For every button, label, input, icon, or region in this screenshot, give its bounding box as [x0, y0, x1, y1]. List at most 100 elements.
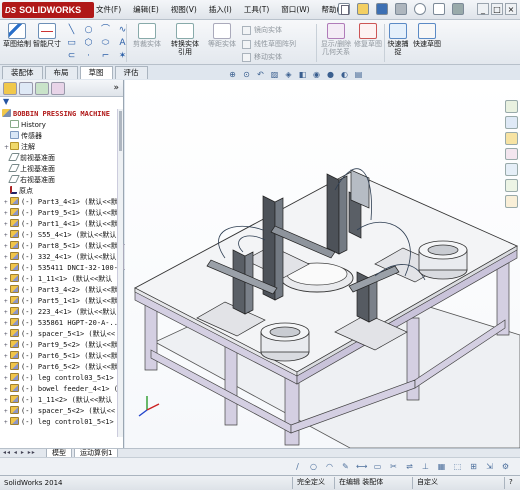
tab-assembly[interactable]: 装配体 — [2, 66, 43, 79]
smart-dimension-button[interactable]: 智能尺寸 — [33, 23, 61, 48]
configuration-manager-tab-icon[interactable] — [35, 81, 49, 95]
arc-icon[interactable]: ◠ — [324, 461, 335, 472]
tree-item[interactable]: + (-) Part3_4<2> (默认<<默 — [0, 285, 118, 296]
trim-entities-button[interactable]: 剪裁实体 — [130, 23, 164, 48]
rapid-snap-icon[interactable]: ⊞ — [468, 461, 479, 472]
custom-properties-icon[interactable] — [505, 179, 518, 193]
sketch-button[interactable]: 草图绘制 — [3, 23, 31, 48]
tree-item[interactable]: + (-) Part9_5<2> (默认<<默 — [0, 340, 118, 351]
hide-show-icon[interactable]: ◉ — [311, 69, 322, 80]
tree-item[interactable]: 传感器 — [0, 131, 118, 142]
tree-item[interactable]: + (-) Part6_5<1> (默认<<默 — [0, 351, 118, 362]
zoom-to-fit-icon[interactable]: ⊕ — [227, 69, 238, 80]
display-relations-button[interactable]: 显示/删除几何关系 — [320, 23, 352, 56]
edit-appearance-icon[interactable]: ● — [325, 69, 336, 80]
tab-sketch[interactable]: 草图 — [79, 66, 113, 79]
section-view-icon[interactable]: ▨ — [269, 69, 280, 80]
tab-evaluate[interactable]: 评估 — [114, 66, 148, 79]
status-help[interactable]: ? — [504, 477, 517, 489]
tree-item[interactable]: 上视基准面 — [0, 164, 118, 175]
move-entities-button[interactable]: 移动实体 — [242, 52, 282, 62]
solidworks-logo[interactable]: DS SOLIDWORKS — [2, 2, 94, 18]
rapid-snap-button[interactable]: 快速捕捉 — [386, 23, 410, 56]
previous-view-icon[interactable]: ↶ — [255, 69, 266, 80]
tree-item[interactable]: 前视基准面 — [0, 153, 118, 164]
open-folder-icon[interactable] — [357, 3, 369, 15]
new-document-icon[interactable] — [338, 3, 350, 15]
arc-icon[interactable]: ⌒ — [100, 25, 111, 35]
rectangle-icon[interactable]: ▭ — [66, 38, 77, 48]
rectangle-icon[interactable]: ▭ — [372, 461, 383, 472]
tree-item[interactable]: + (-) Part8_5<1> (默认<<默 — [0, 241, 118, 252]
file-explorer-icon[interactable] — [505, 131, 518, 145]
tree-item[interactable]: + (-) 535861 HGPT-20-A-... — [0, 318, 118, 329]
menu-edit[interactable]: 编辑(E) — [133, 4, 159, 15]
graphics-area[interactable] — [125, 80, 520, 449]
polygon-icon[interactable]: ⬡ — [83, 38, 94, 48]
ellipse-icon[interactable]: ⬭ — [100, 38, 111, 48]
tree-root[interactable]: BOBBIN PRESSING MACHINE — [0, 109, 118, 120]
fix-icon[interactable]: ⬚ — [452, 461, 463, 472]
fillet-icon[interactable]: ⌐ — [100, 51, 111, 61]
tree-item[interactable]: + (-) Part3_4<1> (默认<<默 — [0, 197, 118, 208]
line-icon[interactable]: ∕ — [292, 461, 303, 472]
tree-item[interactable]: + (-) S55_4<1> (默认<<默认 — [0, 230, 118, 241]
tree-item[interactable]: + (-) Part9_5<1> (默认<<默 — [0, 208, 118, 219]
feature-manager-tab-icon[interactable] — [3, 81, 17, 95]
tree-item[interactable]: + (-) spacer_5<2> (默认<< — [0, 406, 118, 417]
maximize-button[interactable]: □ — [491, 3, 503, 15]
mirror-entities-button[interactable]: 镜向实体 — [242, 25, 282, 35]
offset-entities-button[interactable]: 等距实体 — [205, 23, 239, 48]
tree-item[interactable]: + (-) 1_11<2> (默认<<默认 — [0, 395, 118, 406]
exit-sketch-icon[interactable]: ⇲ — [484, 461, 495, 472]
scene-icon[interactable]: ◐ — [339, 69, 350, 80]
smart-dimension-icon[interactable]: ⟷ — [356, 461, 367, 472]
zoom-area-icon[interactable]: ⊙ — [241, 69, 252, 80]
display-style-icon[interactable]: ◧ — [297, 69, 308, 80]
filter-icon[interactable]: ▼ — [0, 97, 123, 108]
options-icon[interactable] — [452, 3, 464, 15]
menu-insert[interactable]: 插入(I) — [209, 4, 232, 15]
minimize-button[interactable]: _ — [477, 3, 489, 15]
menu-window[interactable]: 窗口(W) — [281, 4, 309, 15]
undo-icon[interactable] — [414, 3, 426, 15]
relations-icon[interactable]: ⊥ — [420, 461, 431, 472]
tab-nav-arrows[interactable]: ◂◂ ◂ ▸ ▸▸ — [3, 449, 36, 456]
tree-item[interactable]: + (-) 223_4<1> (默认<<默认 — [0, 307, 118, 318]
tree-scrollbar[interactable] — [117, 109, 123, 437]
tree-item[interactable]: + (-) leg control01_5<1> — [0, 417, 118, 428]
tree-item[interactable]: + (-) 332_4<1> (默认<<默认 — [0, 252, 118, 263]
linear-pattern-button[interactable]: 线性草图阵列 — [242, 39, 296, 49]
expand-panel-icon[interactable]: » — [113, 83, 119, 93]
tree-item[interactable]: + (-) spacer_5<1> (默认<< — [0, 329, 118, 340]
tree-item[interactable]: + (-) 535411 DNCI-32-100-P — [0, 263, 118, 274]
menu-view[interactable]: 视图(V) — [171, 4, 197, 15]
tree-item[interactable]: + (-) Part1_4<1> (默认<<默 — [0, 219, 118, 230]
appearances-icon[interactable] — [505, 163, 518, 177]
close-button[interactable]: × — [505, 3, 517, 15]
tree-item[interactable]: + 注解 — [0, 142, 118, 153]
tab-layout[interactable]: 布局 — [44, 66, 78, 79]
view-palette-icon[interactable] — [505, 147, 518, 161]
slot-icon[interactable]: ⊂ — [66, 51, 77, 61]
line-icon[interactable]: ╲ — [66, 25, 77, 35]
menu-file[interactable]: 文件(F) — [96, 4, 121, 15]
circle-icon[interactable]: ○ — [83, 25, 94, 35]
repair-sketch-button[interactable]: 修复草图 — [353, 23, 383, 48]
solidworks-resources-icon[interactable] — [505, 100, 518, 113]
save-icon[interactable] — [376, 3, 388, 15]
options-icon[interactable]: ⚙ — [500, 461, 511, 472]
circle-icon[interactable]: ○ — [308, 461, 319, 472]
point-icon[interactable]: · — [83, 51, 94, 61]
grid-icon[interactable]: ▦ — [436, 461, 447, 472]
tree-item[interactable]: + (-) Part6_5<2> (默认<<默 — [0, 362, 118, 373]
tree-item[interactable]: + (-) 1_11<1> (默认<<默认 — [0, 274, 118, 285]
tree-item[interactable]: + (-) Part5_1<1> (默认<<默 — [0, 296, 118, 307]
tree-item[interactable]: 右视基准面 — [0, 175, 118, 186]
design-library-icon[interactable] — [505, 115, 518, 129]
menu-tools[interactable]: 工具(T) — [244, 4, 269, 15]
print-icon[interactable] — [395, 3, 407, 15]
tree-item[interactable]: History — [0, 120, 118, 131]
rapid-sketch-button[interactable]: 快速草图 — [413, 23, 441, 48]
select-arrow-icon[interactable] — [433, 3, 445, 15]
